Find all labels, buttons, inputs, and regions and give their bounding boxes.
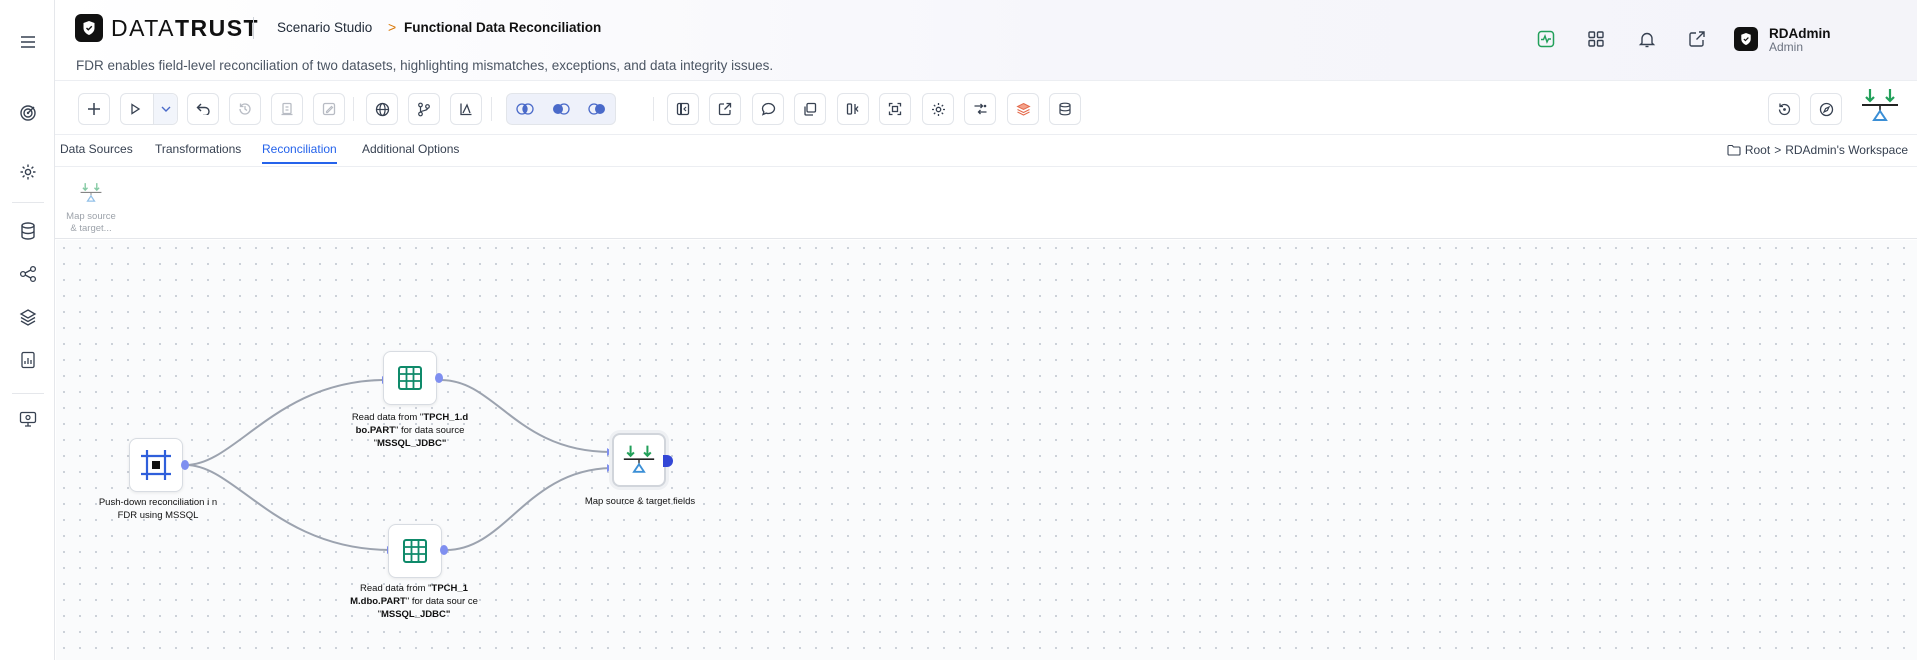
collapse-icon[interactable] xyxy=(667,93,699,125)
right-join-icon[interactable] xyxy=(579,94,615,124)
apps-grid-icon[interactable] xyxy=(1584,27,1608,51)
tab-additional-options[interactable]: Additional Options xyxy=(362,142,459,162)
node-label: Read data from "TPCH_1 M.dbo.PART" for d… xyxy=(350,583,478,620)
node-label: Read data from "TPCH_1.d bo.PART" for da… xyxy=(351,412,469,449)
comment-icon[interactable] xyxy=(752,93,784,125)
copy-icon[interactable] xyxy=(794,93,826,125)
toolbar-divider xyxy=(353,97,354,121)
activity-icon[interactable] xyxy=(1534,27,1558,51)
path-root: Root xyxy=(1744,143,1771,157)
transform-icon[interactable] xyxy=(964,93,996,125)
restore-icon[interactable] xyxy=(1768,93,1800,125)
add-icon[interactable] xyxy=(78,93,110,125)
output-port[interactable] xyxy=(440,545,448,555)
tab-transformations[interactable]: Transformations xyxy=(155,142,241,162)
user-role: Admin xyxy=(1769,40,1804,54)
logo-text: DATATRUST xyxy=(111,14,260,41)
history-icon[interactable] xyxy=(229,93,261,125)
node-read-data-2[interactable] xyxy=(388,524,442,578)
tab-bar: Data Sources Transformations Reconciliat… xyxy=(55,136,1917,167)
left-join-icon[interactable] xyxy=(543,94,579,124)
reconcile-icon xyxy=(623,445,655,473)
target-icon[interactable] xyxy=(14,99,42,127)
connector-lines xyxy=(185,376,613,554)
globe-icon[interactable] xyxy=(366,93,398,125)
monitor-settings-icon[interactable] xyxy=(14,405,42,433)
header-divider xyxy=(253,17,254,39)
external-link-icon[interactable] xyxy=(1685,27,1709,51)
gear-icon[interactable] xyxy=(14,158,42,186)
node-label: Push-down reconciliation i n FDR using M… xyxy=(98,497,218,521)
join-mode-group xyxy=(506,93,616,125)
table-icon xyxy=(403,539,427,563)
app-window: DATATRUST Scenario Studio > Functional D… xyxy=(0,0,1917,660)
page-title: Functional Data Reconciliation xyxy=(404,20,602,35)
export-icon[interactable] xyxy=(709,93,741,125)
workspace-path[interactable]: Root > RDAdmin's Workspace xyxy=(1727,143,1908,157)
reconcile-icon xyxy=(80,183,102,202)
breadcrumb-parent[interactable]: Scenario Studio xyxy=(277,20,372,35)
intersect-icon[interactable] xyxy=(507,94,543,124)
undo-icon[interactable] xyxy=(187,93,219,125)
reconcile-icon[interactable] xyxy=(1860,87,1900,127)
compass-icon[interactable] xyxy=(1810,93,1842,125)
app-header: DATATRUST Scenario Studio > Functional D… xyxy=(55,0,1917,81)
logo[interactable]: DATATRUST xyxy=(75,14,259,42)
report-icon[interactable] xyxy=(14,346,42,374)
tab-data-sources[interactable]: Data Sources xyxy=(60,142,133,162)
workflow-canvas[interactable]: Push-down reconciliation i n FDR using M… xyxy=(56,240,1917,660)
layers-icon[interactable] xyxy=(14,303,42,331)
node-map-source-target[interactable] xyxy=(612,433,666,487)
scan-icon[interactable] xyxy=(879,93,911,125)
path-separator: > xyxy=(1774,143,1782,157)
settings-icon[interactable] xyxy=(922,93,954,125)
toolbar-divider xyxy=(653,97,654,121)
network-icon[interactable] xyxy=(14,260,42,288)
node-label: Map source & target fields xyxy=(584,496,696,507)
database-icon[interactable] xyxy=(1049,93,1081,125)
output-port[interactable] xyxy=(435,373,443,383)
frame-icon xyxy=(141,450,171,480)
palette-map-source-target[interactable]: Map source & target... xyxy=(65,182,117,235)
palette-item-label: Map source & target... xyxy=(66,211,116,234)
toolbar-divider xyxy=(491,97,492,121)
user-name[interactable]: RDAdmin xyxy=(1769,26,1831,41)
user-avatar[interactable] xyxy=(1734,27,1758,51)
breadcrumb-separator: > xyxy=(388,19,397,35)
left-rail xyxy=(0,0,55,660)
toolbar xyxy=(55,81,1917,135)
compare-icon[interactable] xyxy=(837,93,869,125)
database-icon[interactable] xyxy=(14,217,42,245)
output-port[interactable] xyxy=(181,460,189,470)
page-subtitle: FDR enables field-level reconciliation o… xyxy=(76,58,774,73)
tab-reconciliation[interactable]: Reconciliation xyxy=(262,142,337,164)
edit-icon[interactable] xyxy=(313,93,345,125)
table-icon xyxy=(398,366,422,390)
shield-icon xyxy=(75,14,103,42)
stack-icon[interactable] xyxy=(1007,93,1039,125)
path-workspace: RDAdmin's Workspace xyxy=(1785,143,1908,157)
folder-icon xyxy=(1727,144,1741,156)
bell-icon[interactable] xyxy=(1635,27,1659,51)
chevron-down-icon[interactable] xyxy=(153,94,177,124)
node-read-data-1[interactable] xyxy=(383,351,437,405)
run-icon xyxy=(131,103,141,115)
branch-icon[interactable] xyxy=(408,93,440,125)
component-palette: Map source & target... xyxy=(55,168,1917,239)
node-pushdown-reconciliation[interactable] xyxy=(129,438,183,492)
menu-icon[interactable] xyxy=(14,28,42,56)
clear-icon[interactable] xyxy=(271,93,303,125)
chart-icon[interactable] xyxy=(450,93,482,125)
run-button[interactable] xyxy=(120,93,178,125)
